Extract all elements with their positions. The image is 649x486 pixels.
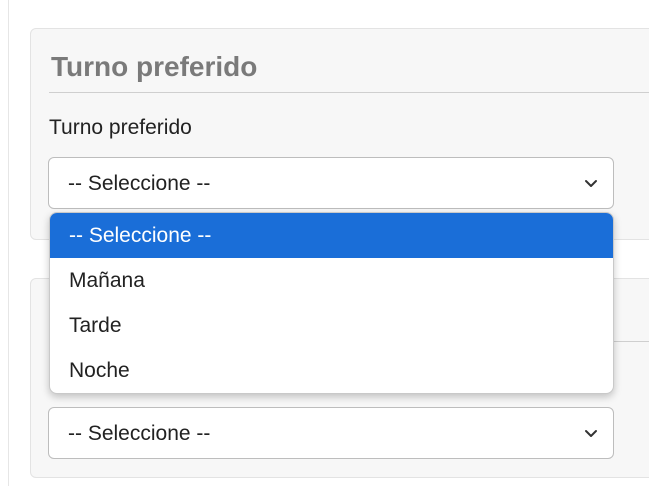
option-noche[interactable]: Noche: [50, 348, 613, 393]
select-current-value: -- Seleccione --: [68, 172, 211, 195]
option-tarde[interactable]: Tarde: [50, 303, 613, 348]
turno-preferido-select[interactable]: -- Seleccione --: [48, 157, 614, 209]
page: Turno preferido Turno preferido -- Selec…: [0, 0, 649, 486]
turno-preferido-label: Turno preferido: [49, 116, 192, 139]
turno-dropdown-list: -- Seleccione -- Mañana Tarde Noche: [49, 212, 614, 394]
fieldset-legend: Turno preferido: [51, 51, 258, 82]
select-current-value: -- Seleccione --: [68, 422, 211, 445]
legend-divider: [49, 92, 649, 93]
chevron-down-icon: [585, 430, 597, 437]
page-left-border: [8, 0, 9, 486]
second-select[interactable]: -- Seleccione --: [48, 407, 614, 459]
option-manana[interactable]: Mañana: [50, 258, 613, 303]
chevron-down-icon: [585, 180, 597, 187]
option-seleccione[interactable]: -- Seleccione --: [50, 213, 613, 258]
